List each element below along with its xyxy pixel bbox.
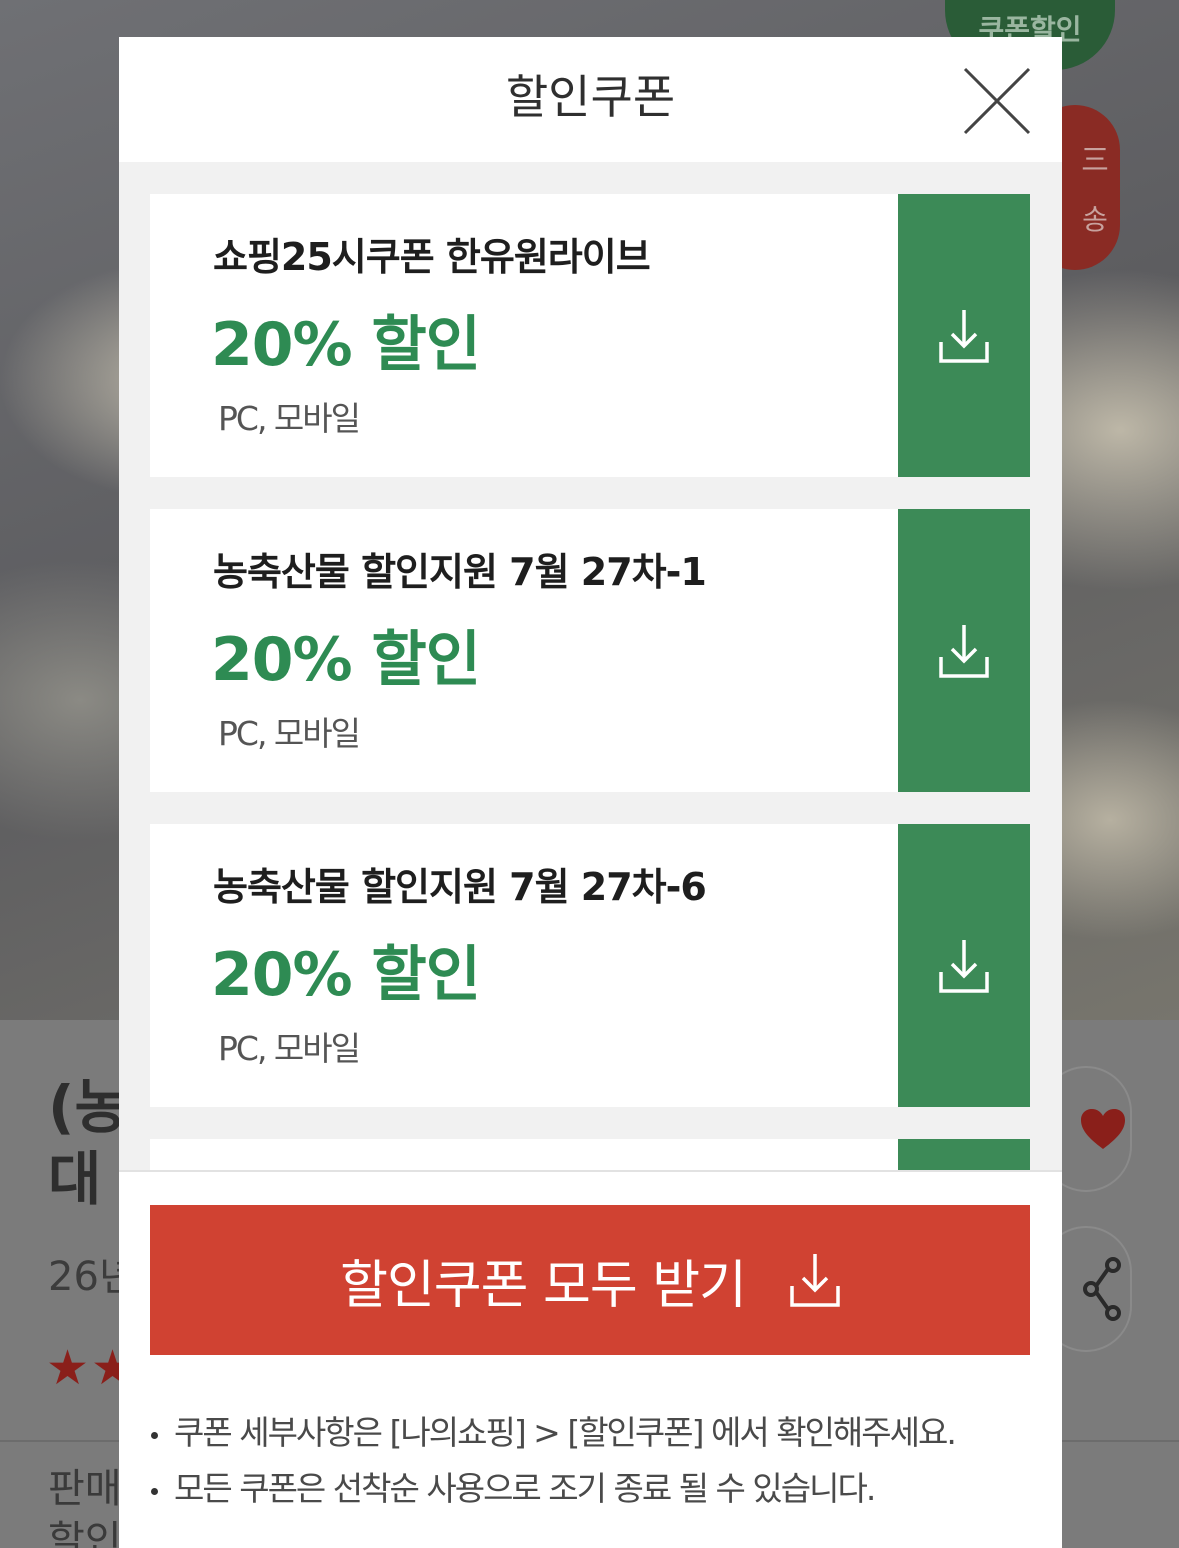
- bullet: [151, 1487, 158, 1495]
- download-icon: [939, 624, 989, 678]
- coupon-info: [150, 1139, 898, 1170]
- download-icon: [939, 309, 989, 363]
- modal-footer: 할인쿠폰 모두 받기 쿠폰 세부사항은 [나의쇼핑] > [할인쿠폰] 에서 확…: [119, 1170, 1062, 1548]
- coupon-download-button[interactable]: [898, 509, 1030, 792]
- download-all-label: 할인쿠폰 모두 받기: [340, 1255, 747, 1316]
- coupon-rate: 20% 할인: [211, 310, 481, 380]
- coupon-platform: PC, 모바일: [218, 1029, 361, 1068]
- download-icon: [790, 1254, 840, 1307]
- coupon-platform: PC, 모바일: [218, 399, 361, 438]
- modal-header: 할인쿠폰: [119, 37, 1062, 162]
- product-title-line2: 대: [48, 1145, 102, 1213]
- heart-icon: [1081, 1109, 1125, 1149]
- coupon-card: [150, 1139, 1030, 1170]
- note-item: 모든 쿠폰은 선착순 사용으로 조기 종료 될 수 있습니다.: [151, 1458, 1031, 1514]
- download-icon: [939, 939, 989, 993]
- shipping-badge-line1: 三: [1080, 142, 1109, 176]
- coupon-name: 쇼핑25시쿠폰 한유원라이브: [213, 235, 651, 279]
- coupon-download-button[interactable]: [898, 194, 1030, 477]
- close-icon: [963, 67, 1031, 135]
- coupon-card: 농축산물 할인지원 7월 27차-6 20% 할인 PC, 모바일: [150, 824, 1030, 1107]
- share-icon: [1083, 1257, 1121, 1321]
- coupon-platform: PC, 모바일: [218, 714, 361, 753]
- discount-label: 할인: [48, 1518, 122, 1548]
- coupon-name: 농축산물 할인지원 7월 27차-1: [213, 550, 707, 594]
- note-item: 쿠폰 세부사항은 [나의쇼핑] > [할인쿠폰] 에서 확인해주세요.: [151, 1402, 1031, 1458]
- coupon-card: 쇼핑25시쿠폰 한유원라이브 20% 할인 PC, 모바일: [150, 194, 1030, 477]
- download-all-coupons-button[interactable]: 할인쿠폰 모두 받기: [150, 1205, 1030, 1355]
- coupon-info: 농축산물 할인지원 7월 27차-1 20% 할인 PC, 모바일: [150, 509, 898, 792]
- modal-title: 할인쿠폰: [505, 70, 676, 124]
- coupon-list: 쇼핑25시쿠폰 한유원라이브 20% 할인 PC, 모바일 농축산물 할인지원 …: [150, 194, 1030, 1170]
- coupon-name: 농축산물 할인지원 7월 27차-6: [213, 865, 707, 909]
- close-button[interactable]: [962, 66, 1032, 136]
- coupon-list-area[interactable]: 쇼핑25시쿠폰 한유원라이브 20% 할인 PC, 모바일 농축산물 할인지원 …: [119, 162, 1062, 1170]
- coupon-modal: 할인쿠폰 쇼핑25시쿠폰 한유원라이브 20% 할인 PC, 모바일 농축산물 …: [119, 37, 1062, 1548]
- coupon-rate: 20% 할인: [211, 940, 481, 1010]
- coupon-card: 농축산물 할인지원 7월 27차-1 20% 할인 PC, 모바일: [150, 509, 1030, 792]
- note-text: 모든 쿠폰은 선착순 사용으로 조기 종료 될 수 있습니다.: [174, 1469, 876, 1508]
- shipping-badge-line2: 송: [1082, 202, 1108, 236]
- coupon-download-button[interactable]: [898, 1139, 1030, 1170]
- note-text: 쿠폰 세부사항은 [나의쇼핑] > [할인쿠폰] 에서 확인해주세요.: [174, 1413, 957, 1452]
- coupon-rate: 20% 할인: [211, 625, 481, 695]
- bullet: [151, 1431, 158, 1439]
- coupon-notes: 쿠폰 세부사항은 [나의쇼핑] > [할인쿠폰] 에서 확인해주세요. 모든 쿠…: [151, 1402, 1031, 1514]
- coupon-info: 쇼핑25시쿠폰 한유원라이브 20% 할인 PC, 모바일: [150, 194, 898, 477]
- seller-label: 판매: [48, 1466, 122, 1512]
- coupon-download-button[interactable]: [898, 824, 1030, 1107]
- coupon-info: 농축산물 할인지원 7월 27차-6 20% 할인 PC, 모바일: [150, 824, 898, 1107]
